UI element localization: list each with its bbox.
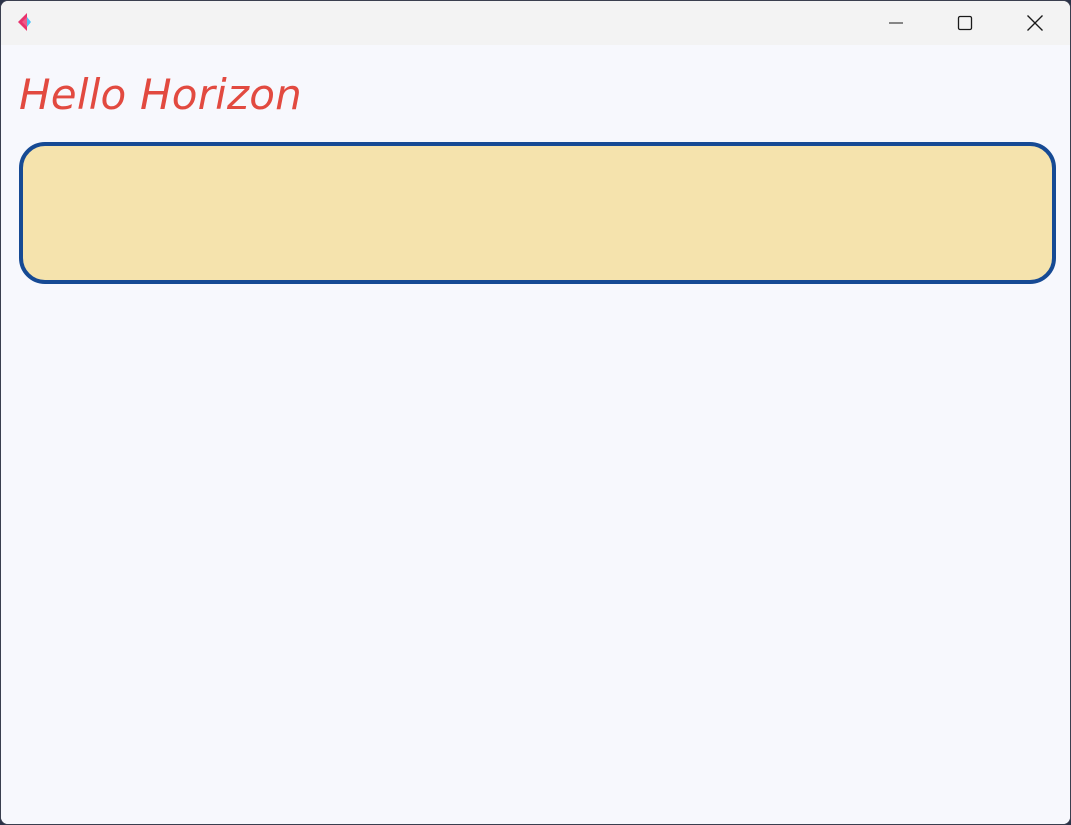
main-content: Hello Horizon xyxy=(1,45,1070,824)
close-icon xyxy=(1026,14,1044,32)
maximize-button[interactable] xyxy=(930,1,999,45)
text-input-box[interactable] xyxy=(19,142,1056,284)
minimize-button[interactable] xyxy=(861,1,930,45)
app-window: Hello Horizon xyxy=(0,0,1071,825)
page-heading: Hello Horizon xyxy=(19,70,302,119)
minimize-icon xyxy=(888,15,904,31)
title-bar[interactable] xyxy=(1,1,1070,45)
close-button[interactable] xyxy=(999,1,1070,45)
maximize-icon xyxy=(957,15,973,31)
flutter-logo-icon xyxy=(15,11,37,33)
